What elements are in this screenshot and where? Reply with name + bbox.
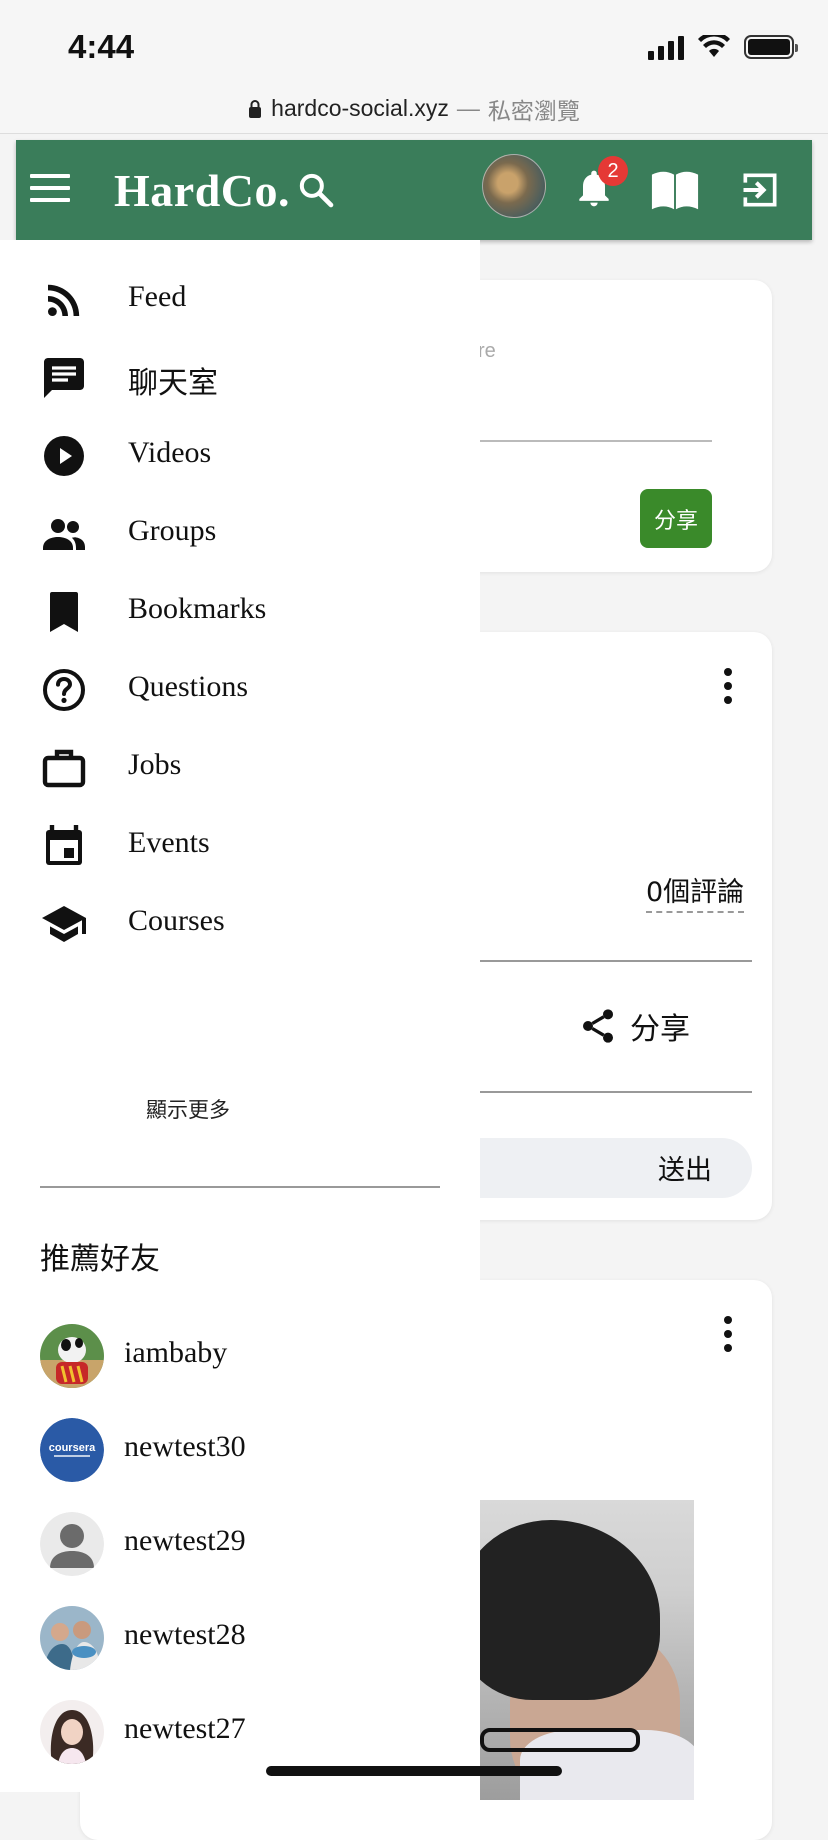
nav-item-label: Questions (128, 670, 248, 703)
avatar (40, 1700, 104, 1764)
search-icon[interactable] (296, 170, 336, 210)
nav-item-events[interactable]: Events (0, 804, 480, 884)
url-host: hardco-social.xyz (271, 95, 449, 121)
nav-item-label: Feed (128, 280, 187, 313)
show-more-button[interactable]: 顯示更多 (146, 1094, 230, 1124)
more-options-icon[interactable] (718, 666, 738, 706)
composer-share-button[interactable]: 分享 (640, 489, 712, 548)
app-header: HardCo. 2 (16, 140, 812, 240)
user-avatar[interactable] (482, 154, 546, 218)
post-composer-placeholder[interactable]: re (478, 340, 496, 363)
status-time: 4:44 (68, 28, 135, 65)
url-bar[interactable]: hardco-social.xyz — 私密瀏覽 (0, 84, 828, 134)
post-share-label: 分享 (630, 1012, 690, 1047)
composer-underline (480, 440, 712, 442)
nav-item-label: Courses (128, 904, 225, 937)
post-photo[interactable] (480, 1500, 694, 1800)
friend-name: newtest29 (124, 1524, 246, 1557)
play-circle-icon (44, 436, 84, 476)
nav-item-chat[interactable]: 聊天室 (0, 336, 480, 416)
bookmark-icon (50, 592, 78, 632)
logout-icon[interactable] (738, 168, 782, 212)
comment-count[interactable]: 0個評論 (646, 870, 745, 913)
cellular-signal-icon (648, 34, 684, 60)
graduation-cap-icon (42, 906, 86, 942)
nav-item-groups[interactable]: Groups (0, 492, 480, 572)
avatar (40, 1324, 104, 1388)
menu-icon[interactable] (30, 174, 70, 206)
nav-item-label: Bookmarks (128, 592, 267, 625)
avatar: coursera (40, 1418, 104, 1482)
avatar (40, 1512, 104, 1576)
friend-name: newtest27 (124, 1712, 246, 1745)
nav-item-label: 聊天室 (128, 366, 218, 401)
calendar-icon (46, 825, 82, 865)
drawer-divider (40, 1186, 440, 1188)
question-circle-icon (43, 669, 85, 711)
nav-item-label: Videos (128, 436, 212, 469)
friend-item[interactable]: newtest29 (0, 1502, 480, 1582)
chat-icon (44, 358, 84, 398)
nav-item-label: Jobs (128, 748, 182, 781)
friend-item[interactable]: coursera newtest30 (0, 1408, 480, 1488)
divider (480, 1091, 752, 1093)
status-bar: 4:44 (0, 0, 828, 84)
url-separator: — (456, 95, 480, 121)
share-icon (583, 1009, 613, 1043)
navigation-drawer: Feed 聊天室 Videos Groups Bookmarks Questio… (0, 240, 480, 1792)
group-icon (43, 519, 85, 550)
avatar (40, 1606, 104, 1670)
status-icons (648, 34, 798, 60)
friend-item[interactable]: newtest28 (0, 1596, 480, 1676)
nav-item-label: Events (128, 826, 210, 859)
svg-text:coursera: coursera (49, 1442, 96, 1454)
nav-item-label: Groups (128, 514, 217, 547)
post-share-button[interactable]: 分享 (578, 1004, 690, 1048)
book-icon[interactable] (650, 168, 700, 212)
friend-name: iambaby (124, 1336, 228, 1369)
friend-item[interactable]: iambaby (0, 1314, 480, 1394)
nav-item-questions[interactable]: Questions (0, 648, 480, 728)
nav-item-bookmarks[interactable]: Bookmarks (0, 570, 480, 650)
brand-logo[interactable]: HardCo. (114, 164, 290, 217)
friend-name: newtest28 (124, 1618, 246, 1651)
nav-item-feed[interactable]: Feed (0, 258, 480, 338)
home-indicator[interactable] (266, 1766, 562, 1776)
briefcase-icon (42, 749, 86, 788)
nav-item-videos[interactable]: Videos (0, 414, 480, 494)
friend-item[interactable]: newtest27 (0, 1690, 480, 1770)
private-browsing-label: 私密瀏覽 (487, 97, 580, 124)
nav-item-jobs[interactable]: Jobs (0, 726, 480, 806)
more-options-icon[interactable] (718, 1314, 738, 1354)
battery-icon (744, 35, 798, 59)
rss-icon (48, 284, 80, 316)
lock-icon (249, 99, 262, 118)
send-comment-button[interactable]: 送出 (658, 1148, 712, 1187)
divider (480, 960, 752, 962)
notification-badge: 2 (598, 156, 628, 186)
friend-name: newtest30 (124, 1430, 246, 1463)
recommended-friends-title: 推薦好友 (40, 1242, 160, 1277)
wifi-icon (698, 35, 730, 57)
nav-item-courses[interactable]: Courses (0, 882, 480, 962)
